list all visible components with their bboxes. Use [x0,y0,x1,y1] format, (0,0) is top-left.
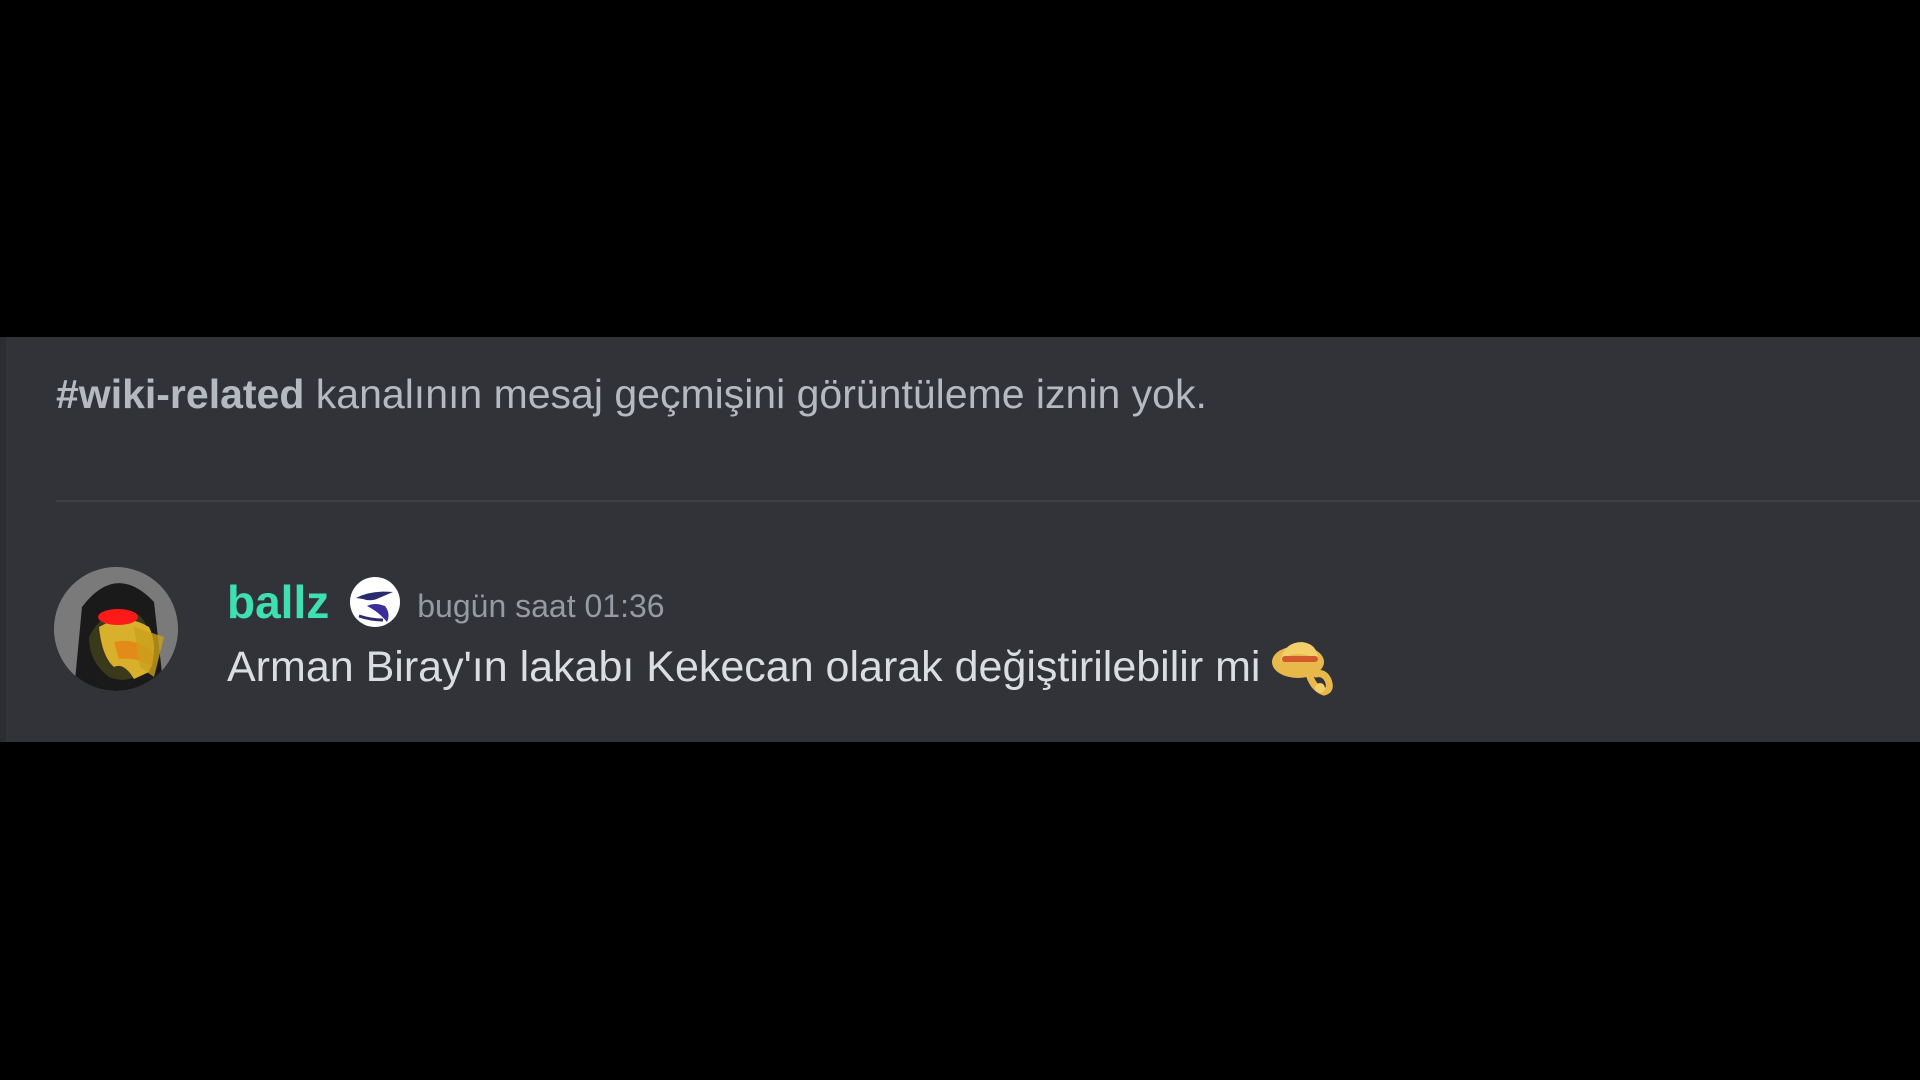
panel-edge [0,337,6,742]
username[interactable]: ballz [227,574,329,630]
message-panel: #wiki-related kanalının mesaj geçmişini … [0,337,1920,742]
message-content: Arman Biray'ın lakabı Kekecan olarak değ… [227,632,1338,702]
message-text: Arman Biray'ın lakabı Kekecan olarak değ… [227,643,1261,691]
hat-emoji-icon [1272,642,1334,696]
message-timestamp: bugün saat 01:36 [417,588,665,624]
avatar[interactable] [54,567,178,691]
channel-mention[interactable]: #wiki-related [56,371,304,417]
divider [56,500,1920,502]
notice-text: kanalının mesaj geçmişini görüntüleme iz… [304,371,1207,417]
avatar-image [54,567,178,691]
bird-badge-icon[interactable] [349,576,401,628]
message-header: ballz bugün saat 01:36 [227,567,665,637]
no-history-permission-notice: #wiki-related kanalının mesaj geçmişini … [56,367,1207,421]
